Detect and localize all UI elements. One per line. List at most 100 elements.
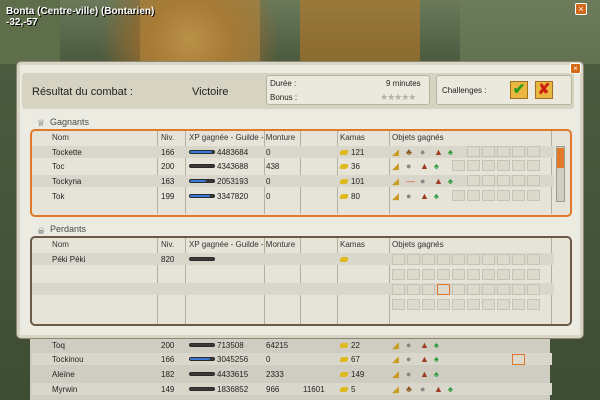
object-slot[interactable] <box>512 269 525 280</box>
winners-scrollbar-thumb[interactable] <box>557 148 564 168</box>
plant-item-icon[interactable]: ♠ <box>448 147 460 157</box>
object-slot[interactable] <box>527 160 540 171</box>
object-slot[interactable] <box>422 269 435 280</box>
wing-item-icon[interactable]: ◢ <box>392 369 404 379</box>
object-slot[interactable] <box>452 299 465 310</box>
object-slot[interactable] <box>512 146 525 157</box>
table-row[interactable] <box>32 339 552 351</box>
wing-item-icon[interactable]: ◢ <box>392 384 404 394</box>
object-slot[interactable] <box>482 284 495 295</box>
object-slot[interactable] <box>482 160 495 171</box>
wing-item-icon[interactable]: ◢ <box>392 176 404 186</box>
plant-item-icon[interactable]: ♠ <box>434 340 446 350</box>
object-slot[interactable] <box>467 299 480 310</box>
bag-item-icon[interactable]: ♣ <box>406 147 418 157</box>
feather-item-icon[interactable]: — <box>406 176 418 186</box>
object-slot[interactable] <box>422 299 435 310</box>
wing-item-icon[interactable]: ◢ <box>392 191 404 201</box>
object-slot[interactable] <box>512 254 525 265</box>
stone-item-icon[interactable]: ● <box>420 147 432 157</box>
object-slot[interactable] <box>392 299 405 310</box>
object-slot[interactable] <box>497 175 510 186</box>
object-slot[interactable] <box>422 284 435 295</box>
object-slot[interactable] <box>437 269 450 280</box>
stone-item-icon[interactable]: ● <box>406 191 418 201</box>
object-slot[interactable] <box>452 160 465 171</box>
stone-item-icon[interactable]: ● <box>406 340 418 350</box>
plant-item-icon[interactable]: ♠ <box>448 176 460 186</box>
table-row[interactable] <box>32 353 552 365</box>
object-slot[interactable] <box>527 175 540 186</box>
object-slot[interactable] <box>512 284 525 295</box>
wing-item-icon[interactable]: ◢ <box>392 354 404 364</box>
object-slot[interactable] <box>527 284 540 295</box>
resource-item-icon[interactable]: ▲ <box>420 354 432 364</box>
object-slot[interactable] <box>497 160 510 171</box>
wing-item-icon[interactable]: ◢ <box>392 161 404 171</box>
plant-item-icon[interactable]: ♠ <box>448 384 460 394</box>
object-slot[interactable] <box>482 146 495 157</box>
object-slot[interactable] <box>497 254 510 265</box>
object-slot[interactable] <box>467 190 480 201</box>
object-slot[interactable] <box>467 254 480 265</box>
stone-item-icon[interactable]: ● <box>420 384 432 394</box>
object-slot[interactable] <box>422 254 435 265</box>
object-slot[interactable] <box>527 269 540 280</box>
object-slot[interactable] <box>512 175 525 186</box>
stone-item-icon[interactable]: ● <box>406 161 418 171</box>
resource-item-icon[interactable]: ▲ <box>434 147 446 157</box>
plant-item-icon[interactable]: ♠ <box>434 161 446 171</box>
object-slot[interactable] <box>407 284 420 295</box>
object-slot[interactable] <box>482 254 495 265</box>
object-slot[interactable] <box>497 146 510 157</box>
stone-item-icon[interactable]: ● <box>406 369 418 379</box>
object-slot[interactable] <box>437 284 450 295</box>
object-slot[interactable] <box>452 269 465 280</box>
table-row[interactable] <box>32 368 552 380</box>
bag-item-icon[interactable]: ♣ <box>406 384 418 394</box>
object-slot[interactable] <box>512 160 525 171</box>
object-slot[interactable] <box>497 299 510 310</box>
object-slot[interactable] <box>527 146 540 157</box>
object-slot[interactable] <box>392 269 405 280</box>
table-row[interactable] <box>32 383 552 395</box>
object-slot[interactable] <box>407 269 420 280</box>
object-slot[interactable] <box>482 190 495 201</box>
resource-item-icon[interactable]: ▲ <box>434 176 446 186</box>
resource-item-icon[interactable]: ▲ <box>420 369 432 379</box>
plant-item-icon[interactable]: ♠ <box>434 369 446 379</box>
object-slot[interactable] <box>512 354 525 365</box>
object-slot[interactable] <box>497 269 510 280</box>
object-slot[interactable] <box>467 146 480 157</box>
resource-item-icon[interactable]: ▲ <box>434 384 446 394</box>
object-slot[interactable] <box>482 175 495 186</box>
stone-item-icon[interactable]: ● <box>406 354 418 364</box>
wing-item-icon[interactable]: ◢ <box>392 147 404 157</box>
object-slot[interactable] <box>467 175 480 186</box>
object-slot[interactable] <box>482 299 495 310</box>
object-slot[interactable] <box>497 284 510 295</box>
wing-item-icon[interactable]: ◢ <box>392 340 404 350</box>
stone-item-icon[interactable]: ● <box>420 176 432 186</box>
object-slot[interactable] <box>497 190 510 201</box>
object-slot[interactable] <box>452 254 465 265</box>
object-slot[interactable] <box>437 254 450 265</box>
challenge-success-icon[interactable]: ✔ <box>510 81 528 99</box>
resource-item-icon[interactable]: ▲ <box>420 191 432 201</box>
object-slot[interactable] <box>437 299 450 310</box>
resource-item-icon[interactable]: ▲ <box>420 161 432 171</box>
object-slot[interactable] <box>467 160 480 171</box>
object-slot[interactable] <box>527 299 540 310</box>
object-slot[interactable] <box>452 284 465 295</box>
object-slot[interactable] <box>407 299 420 310</box>
close-icon[interactable]: × <box>575 3 587 15</box>
object-slot[interactable] <box>512 299 525 310</box>
object-slot[interactable] <box>392 284 405 295</box>
object-slot[interactable] <box>527 190 540 201</box>
plant-item-icon[interactable]: ♠ <box>434 354 446 364</box>
object-slot[interactable] <box>467 269 480 280</box>
object-slot[interactable] <box>512 190 525 201</box>
plant-item-icon[interactable]: ♠ <box>434 191 446 201</box>
object-slot[interactable] <box>452 190 465 201</box>
object-slot[interactable] <box>407 254 420 265</box>
